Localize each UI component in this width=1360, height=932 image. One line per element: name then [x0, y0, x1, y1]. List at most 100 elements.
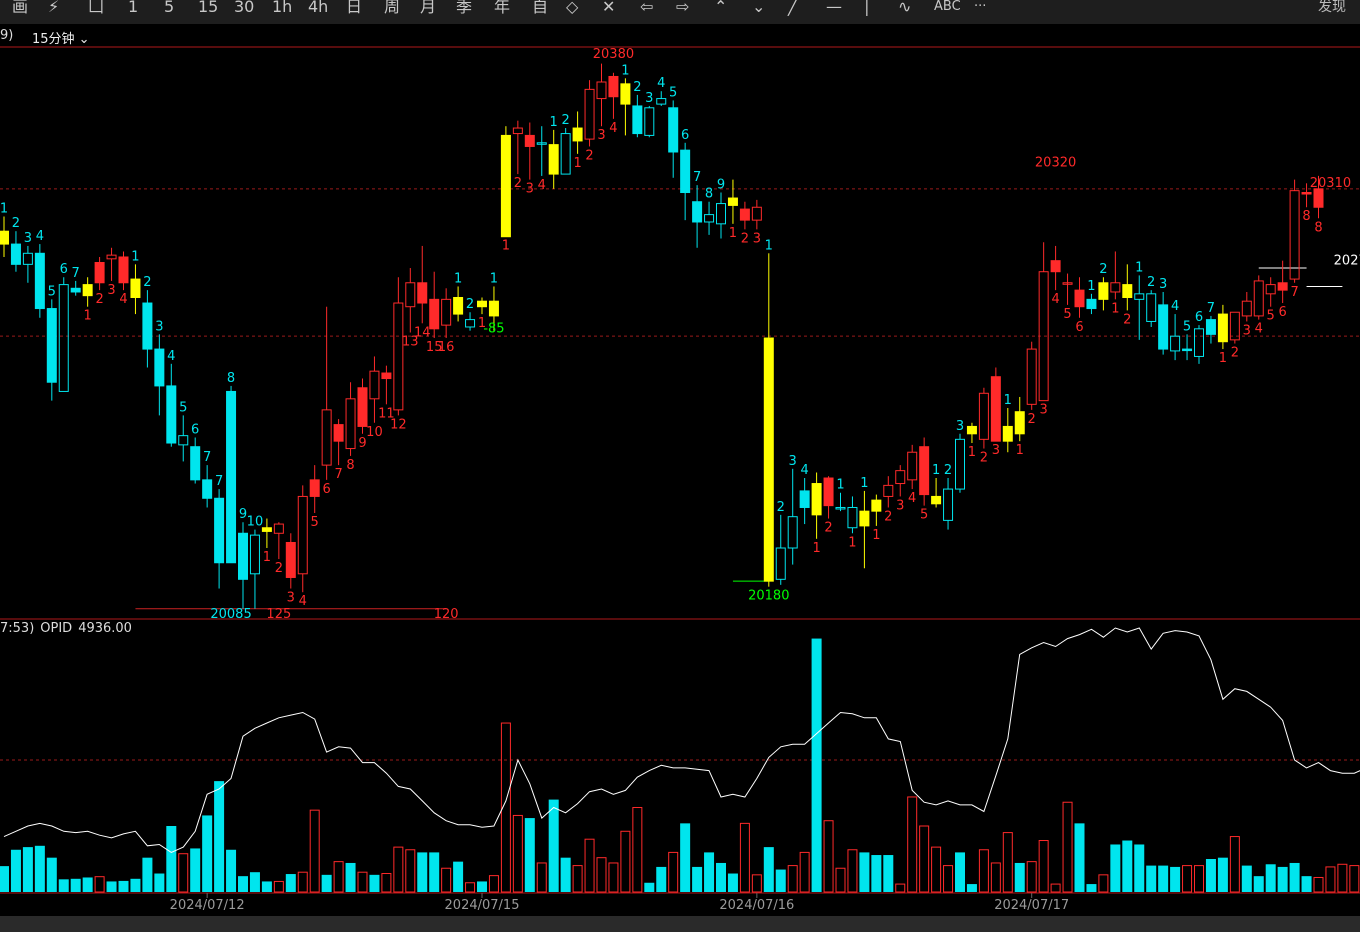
indicator-bar — [1217, 857, 1228, 892]
count-label: 4 — [167, 349, 175, 364]
candle-body — [285, 541, 296, 578]
candle-body — [716, 203, 726, 225]
candle-body — [1265, 284, 1276, 295]
x-axis-label: 2024/07/16 — [719, 898, 794, 913]
count-label: 2 — [12, 216, 20, 231]
candle-body — [345, 398, 356, 450]
indicator-bar — [1229, 836, 1240, 893]
indicator-bar — [883, 855, 894, 892]
candle-body — [584, 88, 595, 140]
candle-body — [34, 252, 45, 310]
candle-body — [130, 278, 141, 299]
candle-body — [166, 385, 177, 444]
candle-body — [1158, 304, 1169, 350]
count-label: 6 — [1075, 320, 1083, 335]
count-label: 7 — [693, 170, 701, 185]
indicator-bar — [1205, 859, 1216, 892]
candle-body — [823, 477, 834, 507]
count-label: 3 — [526, 182, 534, 197]
candle-body — [1098, 282, 1109, 300]
candle-body — [309, 479, 320, 497]
candle-body — [1217, 313, 1228, 343]
count-label: 2 — [585, 148, 593, 163]
count-label: 1 — [1135, 260, 1143, 275]
count-label: 7 — [215, 474, 223, 489]
count-label: 2 — [980, 451, 988, 466]
count-label: 8 — [227, 371, 235, 386]
indicator-bar — [1277, 866, 1288, 892]
candle-body — [357, 387, 368, 427]
count-label: 1 — [1219, 351, 1227, 366]
indicator-bar — [919, 825, 930, 893]
candle-body — [560, 133, 571, 175]
count-label: 2 — [1147, 275, 1155, 290]
count-label: 5 — [311, 515, 319, 530]
candle-body — [931, 495, 942, 505]
indicator-bar — [775, 869, 786, 892]
indicator-bar — [704, 852, 715, 892]
candle-body — [321, 409, 332, 466]
indicator-bar — [1265, 864, 1276, 892]
candle-body — [46, 308, 57, 383]
count-label: 10 — [366, 425, 383, 440]
indicator-bar — [381, 873, 392, 893]
candle-body — [369, 370, 380, 400]
indicator-bar — [261, 881, 272, 892]
indicator-legend: 7:53) OPID 4936.00 — [0, 621, 138, 636]
candle-body — [512, 127, 523, 135]
count-label: 8 — [705, 187, 713, 202]
indicator-value: 4936.00 — [78, 621, 132, 636]
indicator-bar — [238, 876, 248, 892]
indicator-bar — [1253, 876, 1264, 892]
indicator-bar — [966, 884, 977, 892]
count-label: 2 — [466, 297, 474, 312]
candle-body — [680, 149, 691, 194]
candle-body — [763, 337, 774, 582]
count-label: 3 — [1040, 403, 1048, 418]
candle-body — [943, 488, 954, 521]
candle-body — [871, 499, 882, 512]
count-label: 1 — [932, 463, 940, 478]
indicator-bar — [1241, 865, 1252, 892]
candle-body — [1074, 289, 1085, 308]
count-label: 1 — [968, 445, 976, 460]
indicator-bar — [10, 849, 21, 892]
candle-body — [799, 490, 810, 508]
count-label: 1 — [765, 238, 773, 253]
candle-body — [775, 547, 786, 580]
count-label: 6 — [191, 422, 199, 437]
price-chart[interactable]: 123 456 712341234567789 10123 45678910111213… — [0, 0, 1360, 932]
candle-body — [477, 300, 487, 308]
price-annotation: 20180 — [748, 589, 789, 604]
indicator-bar — [309, 809, 320, 893]
candle-body — [429, 298, 440, 330]
count-label: 5 — [920, 508, 928, 523]
count-label: 2 — [514, 176, 522, 191]
indicator-bar — [799, 851, 810, 893]
candle-body — [1194, 328, 1204, 357]
indicator-bar — [871, 855, 882, 892]
x-axis-label: 2024/07/15 — [445, 898, 520, 913]
indicator-bar — [369, 874, 380, 892]
price-annotation: 120 — [434, 607, 459, 622]
count-label: 6 — [60, 262, 68, 277]
indicator-bar — [1134, 844, 1145, 892]
count-label: 3 — [155, 319, 163, 334]
candle-body — [596, 81, 607, 100]
horizontal-scrollbar[interactable] — [0, 916, 1360, 932]
candle-body — [847, 506, 858, 529]
indicator-bar — [22, 847, 33, 892]
price-annotation: 20270 — [1334, 253, 1360, 268]
count-label: 14 — [414, 325, 431, 340]
candle-body — [405, 282, 416, 308]
indicator-bar — [453, 861, 464, 892]
candle-body — [1182, 348, 1193, 352]
indicator-bar — [1098, 874, 1109, 893]
candle-body — [955, 438, 965, 490]
count-label: 16 — [438, 340, 455, 355]
indicator-bar — [345, 862, 356, 892]
indicator-bar — [548, 799, 559, 892]
count-label: 3 — [753, 231, 761, 246]
count-label: 6 — [1279, 305, 1287, 320]
indicator-bar — [978, 849, 989, 893]
